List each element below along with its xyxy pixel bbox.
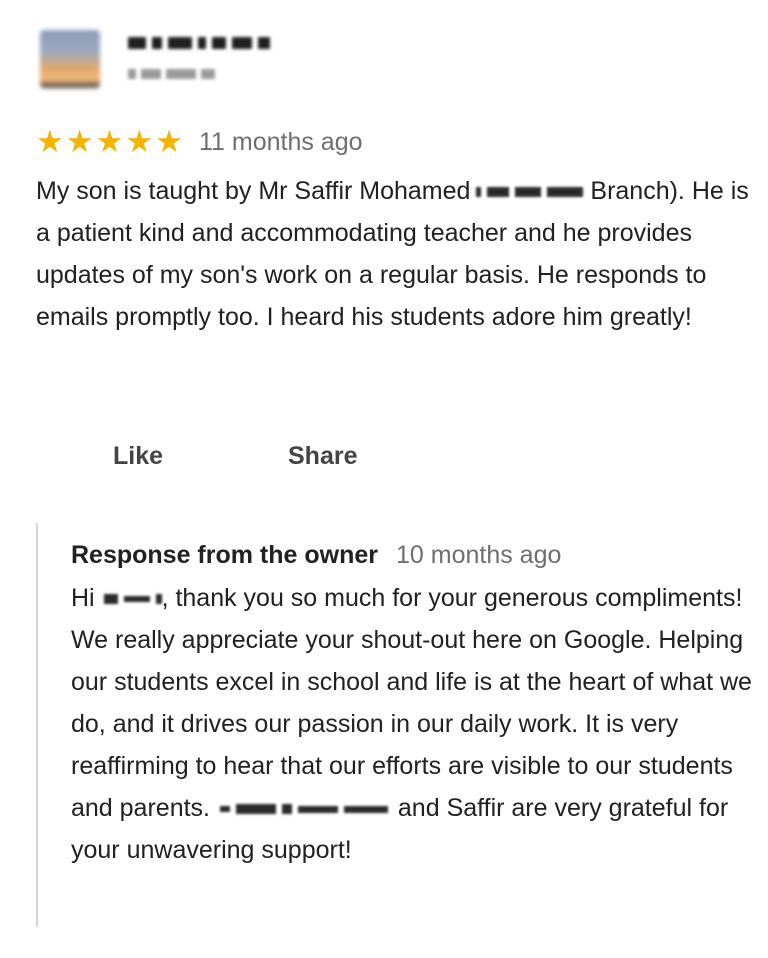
redacted-text (235, 804, 276, 815)
owner-response-title: Response from the owner (71, 541, 378, 569)
review-time: 11 months ago (198, 128, 363, 156)
star-icon: ★ (155, 124, 183, 160)
reviewer-name-redacted[interactable] (128, 36, 304, 50)
redacted-text (343, 805, 388, 813)
redacted-text (297, 805, 338, 813)
review-text-start: My son is taught by Mr Saffir Mohamed (36, 177, 471, 205)
redacted-text (219, 806, 230, 813)
owner-response-greeting: Hi (71, 584, 95, 612)
like-button[interactable]: Like (113, 436, 163, 476)
owner-response-text: Hi , thank you so much for your generous… (71, 577, 761, 871)
reviewer-meta-redacted (128, 68, 238, 80)
reviewer-avatar[interactable] (40, 30, 100, 88)
redacted-text (476, 187, 482, 198)
redacted-text (103, 594, 118, 605)
redacted-text (123, 596, 150, 603)
star-icon: ★ (125, 124, 154, 160)
review-text: My son is taught by Mr Saffir Mohamed Br… (36, 170, 756, 338)
star-icon: ★ (65, 124, 94, 160)
star-rating: ★ ★ ★ ★ ★ (36, 124, 183, 160)
redacted-text (281, 804, 292, 815)
redacted-text (515, 187, 542, 198)
owner-response-time: 10 months ago (396, 541, 562, 569)
star-icon: ★ (95, 124, 124, 160)
share-button[interactable]: Share (288, 436, 357, 476)
owner-response-text-part1: , thank you so much for your generous co… (71, 584, 752, 822)
star-icon: ★ (36, 124, 64, 160)
owner-response: Response from the owner 10 months ago Hi… (36, 523, 758, 927)
redacted-text (547, 187, 584, 198)
rating-row: ★ ★ ★ ★ ★ 11 months ago (36, 124, 363, 160)
owner-response-header: Response from the owner 10 months ago (71, 541, 561, 570)
review-actions: Like Share (0, 436, 768, 476)
redacted-text (155, 594, 162, 605)
redacted-text (487, 187, 510, 198)
